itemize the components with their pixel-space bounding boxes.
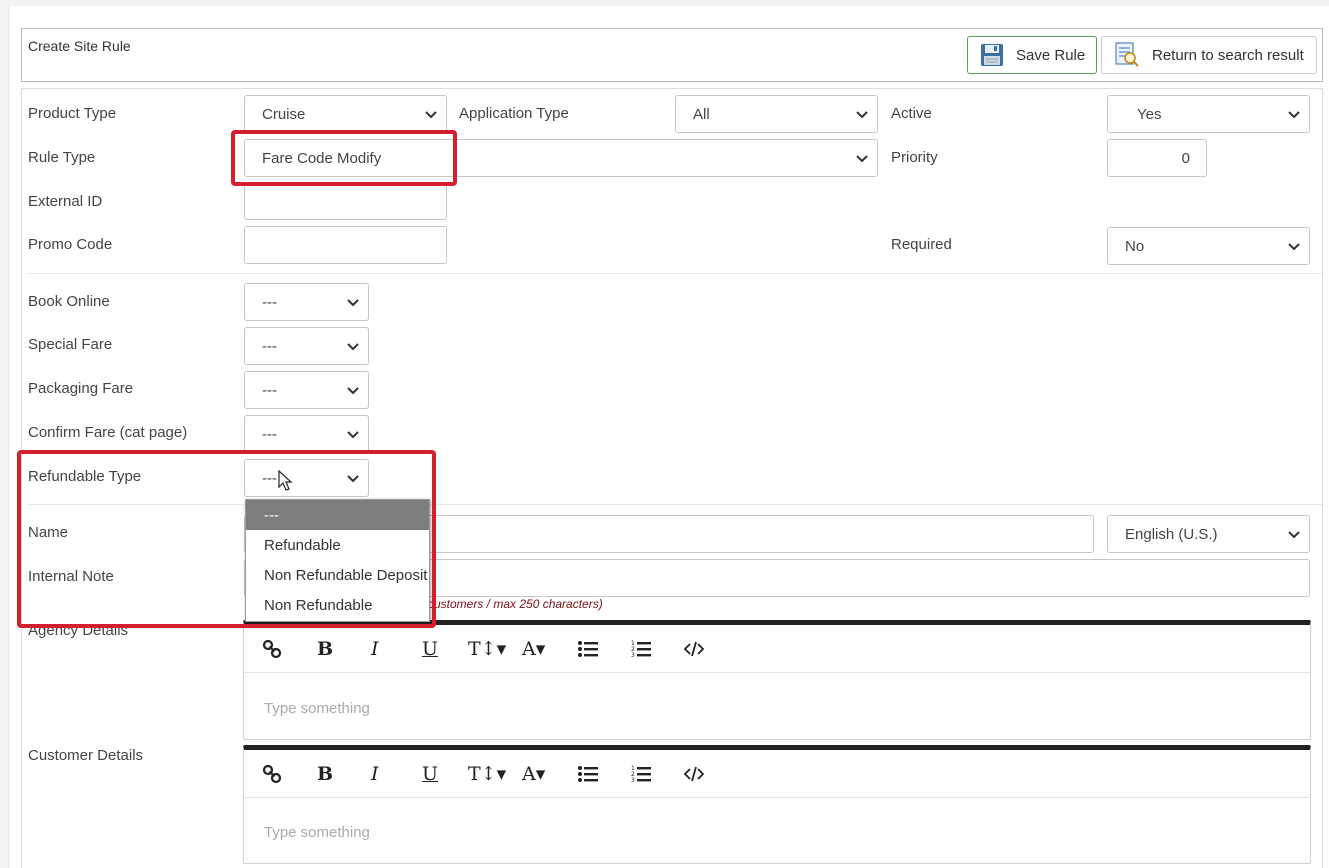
- application-type-label: Application Type: [459, 105, 569, 122]
- chevron-down-icon: [347, 431, 359, 439]
- book-online-value: ---: [262, 293, 277, 311]
- code-icon[interactable]: [684, 762, 704, 786]
- underline-icon[interactable]: U: [422, 762, 438, 786]
- rule-type-label: Rule Type: [28, 149, 96, 166]
- link-icon[interactable]: [262, 762, 282, 786]
- active-value: Yes: [1137, 105, 1162, 123]
- agency-details-editor[interactable]: B I U T↕▾ A▾ 123 Type something: [243, 620, 1311, 740]
- special-fare-value: ---: [262, 337, 277, 355]
- svg-text:3: 3: [631, 777, 635, 783]
- numbered-list-icon[interactable]: 123: [631, 762, 651, 786]
- rule-type-highlight: [231, 130, 457, 186]
- active-label: Active: [891, 105, 932, 122]
- italic-icon[interactable]: I: [371, 762, 379, 786]
- chevron-down-icon: [1288, 531, 1300, 539]
- confirm-fare-value: ---: [262, 425, 277, 443]
- search-document-icon: [1115, 42, 1139, 67]
- page-title: Create Site Rule: [28, 38, 131, 54]
- save-rule-button[interactable]: Save Rule: [967, 36, 1097, 74]
- priority-input[interactable]: 0: [1107, 139, 1207, 177]
- font-color-icon[interactable]: A▾: [522, 637, 545, 661]
- italic-icon[interactable]: I: [371, 637, 379, 661]
- application-type-select[interactable]: All: [675, 95, 878, 133]
- header-panel: Create Site Rule Save Rule Return to sea…: [21, 28, 1323, 82]
- packaging-fare-label: Packaging Fare: [28, 380, 134, 397]
- application-type-value: All: [693, 105, 710, 123]
- confirm-fare-label: Confirm Fare (cat page): [28, 424, 188, 441]
- text-size-icon[interactable]: T↕▾: [468, 637, 506, 661]
- product-type-label: Product Type: [28, 105, 117, 122]
- chevron-down-icon: [347, 343, 359, 351]
- book-online-label: Book Online: [28, 293, 110, 310]
- bold-icon[interactable]: B: [317, 762, 333, 786]
- external-id-label: External ID: [28, 193, 103, 210]
- packaging-fare-select[interactable]: ---: [244, 371, 369, 409]
- chevron-down-icon: [347, 387, 359, 395]
- chevron-down-icon: [347, 299, 359, 307]
- link-icon[interactable]: [262, 637, 282, 661]
- font-color-icon[interactable]: A▾: [522, 762, 545, 786]
- active-select[interactable]: Yes: [1107, 95, 1310, 133]
- code-icon[interactable]: [684, 637, 704, 661]
- special-fare-label: Special Fare: [28, 336, 113, 353]
- section-divider: [28, 273, 1322, 274]
- language-value: English (U.S.): [1125, 525, 1218, 543]
- bullet-list-icon[interactable]: [578, 762, 598, 786]
- chevron-down-icon: [856, 155, 868, 163]
- numbered-list-icon[interactable]: 123: [631, 637, 651, 661]
- promo-code-input[interactable]: [244, 226, 447, 264]
- book-online-select[interactable]: ---: [244, 283, 369, 321]
- chevron-down-icon: [425, 111, 437, 119]
- svg-text:3: 3: [631, 652, 635, 658]
- return-to-search-button[interactable]: Return to search result: [1101, 36, 1317, 74]
- refundable-type-highlight: [17, 450, 436, 628]
- special-fare-select[interactable]: ---: [244, 327, 369, 365]
- required-value: No: [1125, 237, 1145, 255]
- confirm-fare-select[interactable]: ---: [244, 415, 369, 453]
- required-select[interactable]: No: [1107, 227, 1310, 265]
- packaging-fare-value: ---: [262, 381, 277, 399]
- underline-icon[interactable]: U: [422, 637, 438, 661]
- mouse-cursor-icon: [278, 470, 293, 491]
- chevron-down-icon: [856, 111, 868, 119]
- language-select[interactable]: English (U.S.): [1107, 515, 1310, 553]
- product-type-value: Cruise: [262, 105, 306, 123]
- promo-code-label: Promo Code: [28, 236, 113, 253]
- priority-label: Priority: [891, 149, 938, 166]
- agency-details-placeholder: Type something: [264, 700, 370, 717]
- save-rule-label: Save Rule: [1016, 46, 1086, 64]
- chevron-down-icon: [1288, 111, 1300, 119]
- priority-value: 0: [1181, 149, 1190, 167]
- external-id-input[interactable]: [244, 182, 447, 220]
- product-type-select[interactable]: Cruise: [244, 95, 447, 133]
- required-label: Required: [891, 236, 952, 253]
- text-size-icon[interactable]: T↕▾: [468, 762, 506, 786]
- editor-toolbar: B I U T↕▾ A▾ 123: [244, 625, 1310, 673]
- return-label: Return to search result: [1152, 46, 1304, 64]
- floppy-disk-icon: [981, 44, 1003, 66]
- customer-details-label: Customer Details: [28, 747, 144, 764]
- chevron-down-icon: [1288, 243, 1300, 251]
- bullet-list-icon[interactable]: [578, 637, 598, 661]
- customer-details-placeholder: Type something: [264, 824, 370, 841]
- customer-details-editor[interactable]: B I U T↕▾ A▾ 123 Type something: [243, 745, 1311, 864]
- internal-note-hint: customers / max 250 characters): [428, 597, 603, 611]
- editor-toolbar: B I U T↕▾ A▾ 123: [244, 750, 1310, 798]
- bold-icon[interactable]: B: [317, 637, 333, 661]
